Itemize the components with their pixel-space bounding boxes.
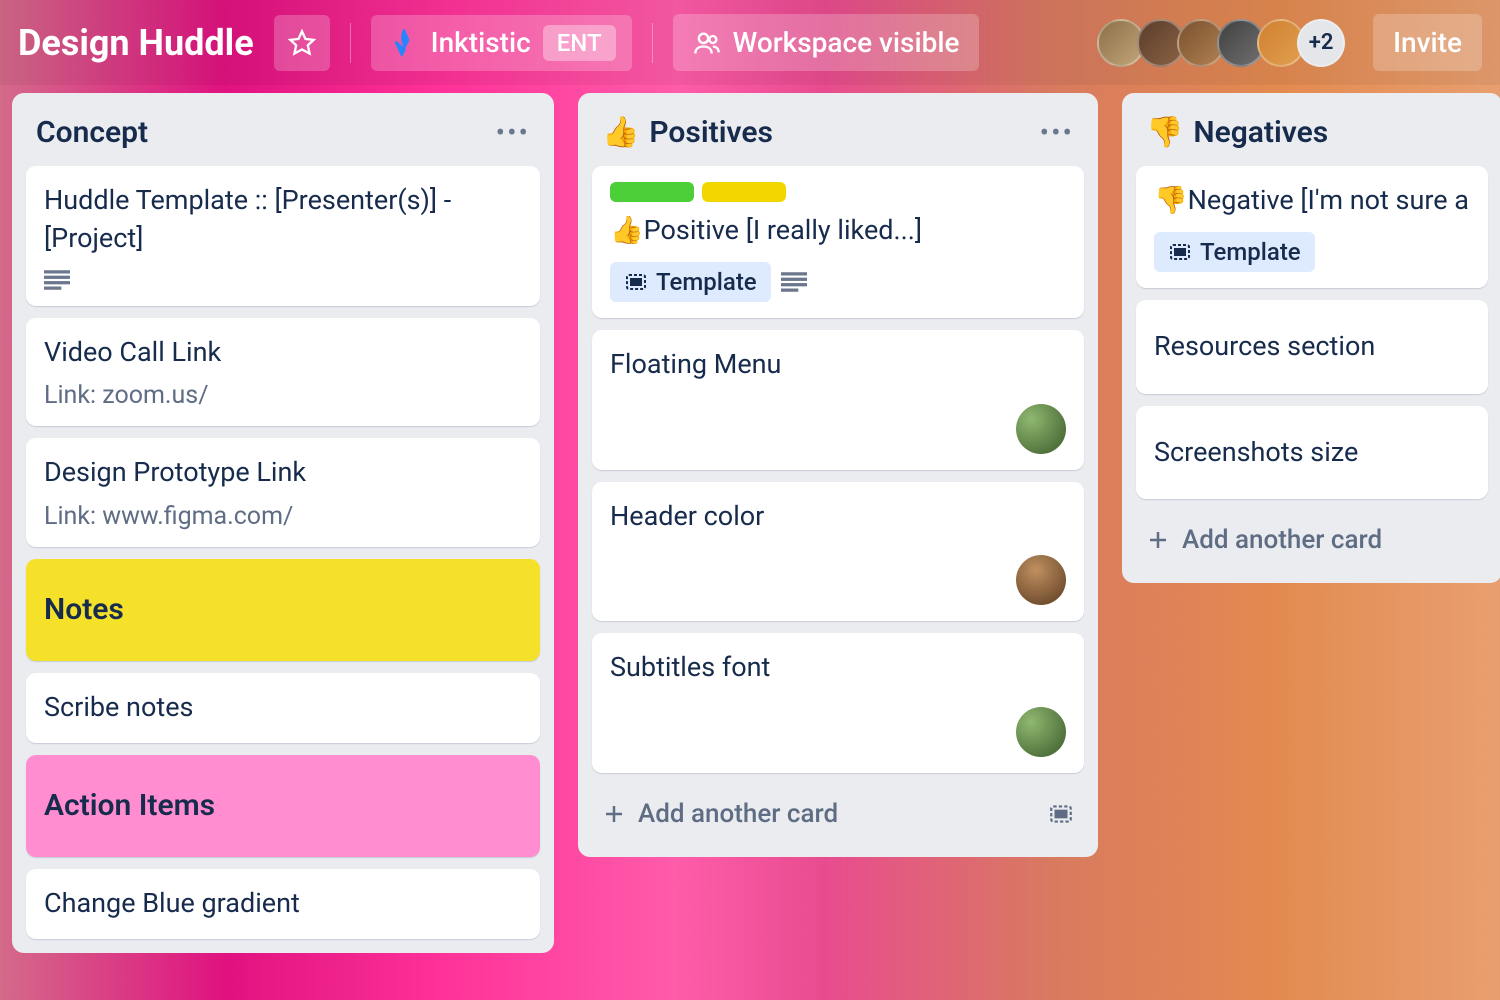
template-icon (1048, 801, 1074, 827)
member-avatar[interactable] (1016, 404, 1066, 454)
card-members (610, 707, 1066, 757)
card-title: Notes (44, 589, 522, 631)
add-card-label: Add another card (1182, 525, 1382, 555)
list-footer: Add another card (592, 785, 1084, 843)
label-yellow[interactable] (702, 182, 786, 202)
list-title-text: Negatives (1193, 115, 1328, 150)
member-avatars[interactable]: +2 (1105, 19, 1345, 67)
card-members (610, 404, 1066, 454)
card[interactable]: Design Prototype Link Link: www.figma.co… (26, 438, 540, 547)
card[interactable]: Floating Menu (592, 330, 1084, 470)
card[interactable]: Scribe notes (26, 673, 540, 743)
card-link-text: Link: www.figma.com/ (44, 502, 522, 531)
list-emoji: 👎 (1146, 115, 1183, 150)
list-concept: Concept ••• Huddle Template :: [Presente… (12, 93, 554, 953)
list-emoji: 👍 (602, 115, 639, 150)
divider (652, 23, 653, 63)
atlassian-icon (387, 27, 419, 59)
card-badges: Template (1154, 232, 1470, 272)
card[interactable]: Huddle Template :: [Presenter(s)] - [Pro… (26, 166, 540, 306)
list-menu-button[interactable]: ••• (1040, 116, 1074, 149)
card-title: Video Call Link (44, 334, 522, 372)
label-green[interactable] (610, 182, 694, 202)
card-link-text: Link: zoom.us/ (44, 381, 522, 410)
card[interactable]: Notes (26, 559, 540, 661)
template-label: Template (1200, 238, 1301, 266)
template-badge: Template (610, 262, 771, 302)
visibility-button[interactable]: Workspace visible (673, 14, 980, 71)
card-members (610, 555, 1066, 605)
card[interactable]: 👎Negative [I'm not sure about…] Template (1136, 166, 1488, 288)
invite-button[interactable]: Invite (1373, 14, 1482, 71)
list-header: 👍 Positives ••• (592, 107, 1084, 166)
list-title[interactable]: 👎 Negatives (1146, 115, 1328, 150)
card[interactable]: Resources section (1136, 300, 1488, 394)
workspace-badge: ENT (543, 25, 616, 61)
people-icon (693, 29, 721, 57)
add-card-button[interactable]: Add another card (1136, 511, 1488, 569)
divider (350, 23, 351, 63)
card[interactable]: Subtitles font (592, 633, 1084, 773)
board-header: Design Huddle Inktistic ENT Workspace vi… (0, 0, 1500, 85)
template-icon (1168, 240, 1192, 264)
member-avatar[interactable] (1016, 707, 1066, 757)
add-card-button[interactable]: Add another card (592, 785, 848, 843)
template-badge: Template (1154, 232, 1315, 272)
card-badges: Template (610, 262, 1066, 302)
card[interactable]: Video Call Link Link: zoom.us/ (26, 318, 540, 427)
card-title: Header color (610, 498, 1066, 536)
template-label: Template (656, 268, 757, 296)
board-title[interactable]: Design Huddle (18, 22, 254, 64)
card[interactable]: Header color (592, 482, 1084, 622)
card-labels (610, 182, 1066, 202)
list-header: 👎 Negatives (1136, 107, 1488, 166)
visibility-label: Workspace visible (733, 26, 960, 59)
list-title-text: Positives (649, 115, 773, 150)
card-title: 👍Positive [I really liked...] (610, 212, 1066, 250)
card-title: Scribe notes (44, 689, 522, 727)
template-icon (624, 270, 648, 294)
card-title: Huddle Template :: [Presenter(s)] - [Pro… (44, 182, 522, 258)
card-title: Design Prototype Link (44, 454, 522, 492)
plus-icon (1146, 528, 1170, 552)
card-title: Screenshots size (1154, 434, 1470, 472)
card-title: Subtitles font (610, 649, 1066, 687)
list-title[interactable]: Concept (36, 115, 148, 150)
card-title: Resources section (1154, 328, 1470, 366)
list-negatives: 👎 Negatives 👎Negative [I'm not sure abou… (1122, 93, 1500, 583)
list-menu-button[interactable]: ••• (496, 116, 530, 149)
board-canvas: Concept ••• Huddle Template :: [Presente… (0, 85, 1500, 961)
list-positives: 👍 Positives ••• 👍Positive [I really like… (578, 93, 1098, 857)
member-avatar[interactable] (1016, 555, 1066, 605)
workspace-name: Inktistic (431, 26, 531, 59)
card[interactable]: Change Blue gradient (26, 869, 540, 939)
card-title: Floating Menu (610, 346, 1066, 384)
card-title: Change Blue gradient (44, 885, 522, 923)
card-title: Action Items (44, 785, 522, 827)
create-from-template-button[interactable] (1038, 791, 1084, 837)
avatar-more[interactable]: +2 (1297, 19, 1345, 67)
card-title: 👎Negative [I'm not sure about…] (1154, 182, 1470, 220)
workspace-chip[interactable]: Inktistic ENT (371, 15, 632, 71)
add-card-label: Add another card (638, 799, 838, 829)
description-icon (781, 272, 807, 292)
card[interactable]: 👍Positive [I really liked...] Template (592, 166, 1084, 318)
plus-icon (602, 802, 626, 826)
list-title[interactable]: 👍 Positives (602, 115, 773, 150)
card[interactable]: Action Items (26, 755, 540, 857)
list-header: Concept ••• (26, 107, 540, 166)
star-icon (288, 29, 316, 57)
star-button[interactable] (274, 15, 330, 71)
card[interactable]: Screenshots size (1136, 406, 1488, 500)
description-icon (44, 270, 522, 290)
